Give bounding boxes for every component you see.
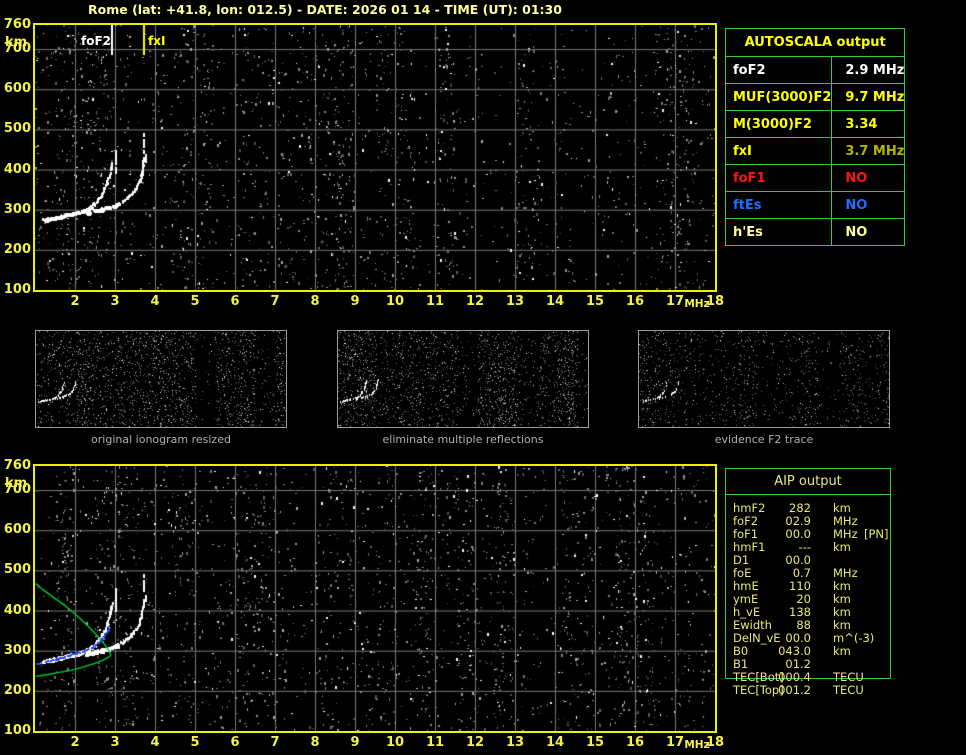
y-tick-label: 500 bbox=[3, 562, 31, 578]
x-tick-label: 13 bbox=[505, 294, 525, 309]
x-tick-label: 17 bbox=[665, 735, 685, 750]
x-axis-unit-label: MHz bbox=[684, 739, 710, 751]
fxi-marker-label: fxI bbox=[148, 34, 166, 48]
y-tick-label: 760 bbox=[3, 17, 31, 32]
autoscala-row-fxi: fxI 3.7 MHz bbox=[724, 137, 906, 165]
x-tick-label: 2 bbox=[70, 735, 80, 750]
aip-row-tectop: TEC[Top] 001.2 TECU bbox=[726, 684, 890, 697]
y-tick-label: 100 bbox=[3, 723, 31, 738]
x-tick-label: 3 bbox=[110, 735, 120, 750]
bottom-ionogram-frame bbox=[33, 464, 717, 733]
y-tick-label: 600 bbox=[3, 81, 31, 97]
x-tick-label: 16 bbox=[625, 294, 645, 309]
top-ionogram-frame: foF2 fxI bbox=[33, 23, 717, 292]
y-tick-label: 300 bbox=[3, 642, 31, 658]
autoscala-row-muf3000f2: MUF(3000)F2 9.7 MHz bbox=[724, 83, 906, 111]
y-axis-unit-label: km bbox=[5, 476, 28, 491]
autoscala-table: AUTOSCALA output foF2 2.9 MHz MUF(3000)F2 9… bbox=[724, 28, 906, 246]
aip-panel: AIP output hmF2 282 km foF2 02.9 MHz foF1 00.0 M… bbox=[725, 468, 891, 697]
x-tick-label: 7 bbox=[270, 294, 280, 309]
x-tick-label: 9 bbox=[350, 294, 360, 309]
x-tick-label: 14 bbox=[545, 294, 565, 309]
x-tick-label: 3 bbox=[110, 294, 120, 309]
parameter-name: foF2 bbox=[724, 56, 833, 84]
thumbnail-evidence-canvas bbox=[639, 331, 889, 427]
thumbnail-evidence-f2 bbox=[638, 330, 890, 428]
y-tick-label: 200 bbox=[3, 682, 31, 698]
autoscala-table-title: AUTOSCALA output bbox=[724, 28, 906, 57]
x-tick-label: 15 bbox=[585, 735, 605, 750]
parameter-name: M(3000)F2 bbox=[724, 110, 833, 138]
y-tick-label: 400 bbox=[3, 602, 31, 618]
x-tick-label: 13 bbox=[505, 735, 525, 750]
x-tick-label: 11 bbox=[425, 735, 445, 750]
aip-param-value: 001.2 bbox=[778, 683, 811, 697]
station-title: Rome (lat: +41.8, lon: 012.5) - DATE: 20… bbox=[88, 2, 562, 17]
x-tick-label: 17 bbox=[665, 294, 685, 309]
x-tick-label: 12 bbox=[465, 735, 485, 750]
aip-param-note: [PN] bbox=[864, 527, 889, 541]
thumbnail-eliminate-canvas bbox=[338, 331, 588, 427]
y-tick-label: 100 bbox=[3, 282, 31, 297]
autoscala-row-fof1: foF1 NO bbox=[724, 164, 906, 192]
parameter-name: h'Es bbox=[724, 218, 833, 246]
thumbnail-eliminate-caption: eliminate multiple reflections bbox=[382, 433, 544, 446]
x-tick-label: 4 bbox=[150, 735, 160, 750]
x-tick-label: 6 bbox=[230, 735, 240, 750]
parameter-name: foF1 bbox=[724, 164, 833, 192]
autoscala-screen: Rome (lat: +41.8, lon: 012.5) - DATE: 20… bbox=[0, 0, 966, 755]
aip-param-unit: km bbox=[833, 540, 851, 554]
parameter-name: fxI bbox=[724, 137, 833, 165]
x-tick-label: 2 bbox=[70, 294, 80, 309]
x-tick-label: 14 bbox=[545, 735, 565, 750]
y-tick-label: 600 bbox=[3, 522, 31, 538]
parameter-value: 9.7 MHz bbox=[831, 83, 906, 111]
y-tick-label: 400 bbox=[3, 161, 31, 177]
y-tick-label: 300 bbox=[3, 201, 31, 217]
thumbnail-eliminate-reflections bbox=[337, 330, 589, 428]
x-tick-label: 9 bbox=[350, 735, 360, 750]
aip-panel-title: AIP output bbox=[726, 469, 890, 495]
autoscala-row-ftes: ftEs NO bbox=[724, 191, 906, 219]
y-tick-label: 200 bbox=[3, 241, 31, 257]
parameter-value: 3.7 MHz bbox=[831, 137, 906, 165]
aip-param-unit: km bbox=[833, 644, 851, 658]
thumbnail-evidence-caption: evidence F2 trace bbox=[714, 433, 814, 446]
parameter-value: NO bbox=[831, 191, 906, 219]
parameter-name: MUF(3000)F2 bbox=[724, 83, 833, 111]
thumbnail-original-ionogram bbox=[35, 330, 287, 428]
x-tick-label: 8 bbox=[310, 735, 320, 750]
x-tick-label: 7 bbox=[270, 735, 280, 750]
parameter-value: NO bbox=[831, 218, 906, 246]
thumbnail-original-canvas bbox=[36, 331, 286, 427]
aip-rows: hmF2 282 km foF2 02.9 MHz foF1 00.0 MHz [PN] hmF1-… bbox=[726, 502, 890, 697]
x-tick-label: 8 bbox=[310, 294, 320, 309]
autoscala-row-fof2: foF2 2.9 MHz bbox=[724, 56, 906, 84]
x-tick-label: 10 bbox=[385, 294, 405, 309]
parameter-value: 3.34 bbox=[831, 110, 906, 138]
x-tick-label: 12 bbox=[465, 294, 485, 309]
parameter-name: ftEs bbox=[724, 191, 833, 219]
x-tick-label: 16 bbox=[625, 735, 645, 750]
bottom-ionogram-canvas bbox=[35, 466, 715, 731]
x-axis-unit-label: MHz bbox=[684, 298, 710, 310]
x-tick-label: 10 bbox=[385, 735, 405, 750]
parameter-value: 2.9 MHz bbox=[831, 56, 906, 84]
x-tick-label: 11 bbox=[425, 294, 445, 309]
x-tick-label: 5 bbox=[190, 294, 200, 309]
top-ionogram-canvas bbox=[35, 25, 715, 290]
y-tick-label: 500 bbox=[3, 121, 31, 137]
x-tick-label: 15 bbox=[585, 294, 605, 309]
autoscala-row-m3000f2: M(3000)F2 3.34 bbox=[724, 110, 906, 138]
x-tick-label: 6 bbox=[230, 294, 240, 309]
y-axis-unit-label: km bbox=[5, 35, 28, 50]
x-tick-label: 4 bbox=[150, 294, 160, 309]
y-tick-label: 760 bbox=[3, 458, 31, 473]
parameter-value: NO bbox=[831, 164, 906, 192]
aip-param-unit: TECU bbox=[833, 683, 864, 697]
thumbnail-original-caption: original ionogram resized bbox=[91, 433, 231, 446]
autoscala-row-hes: h'Es NO bbox=[724, 218, 906, 246]
fof2-marker-label: foF2 bbox=[81, 34, 112, 48]
x-tick-label: 5 bbox=[190, 735, 200, 750]
